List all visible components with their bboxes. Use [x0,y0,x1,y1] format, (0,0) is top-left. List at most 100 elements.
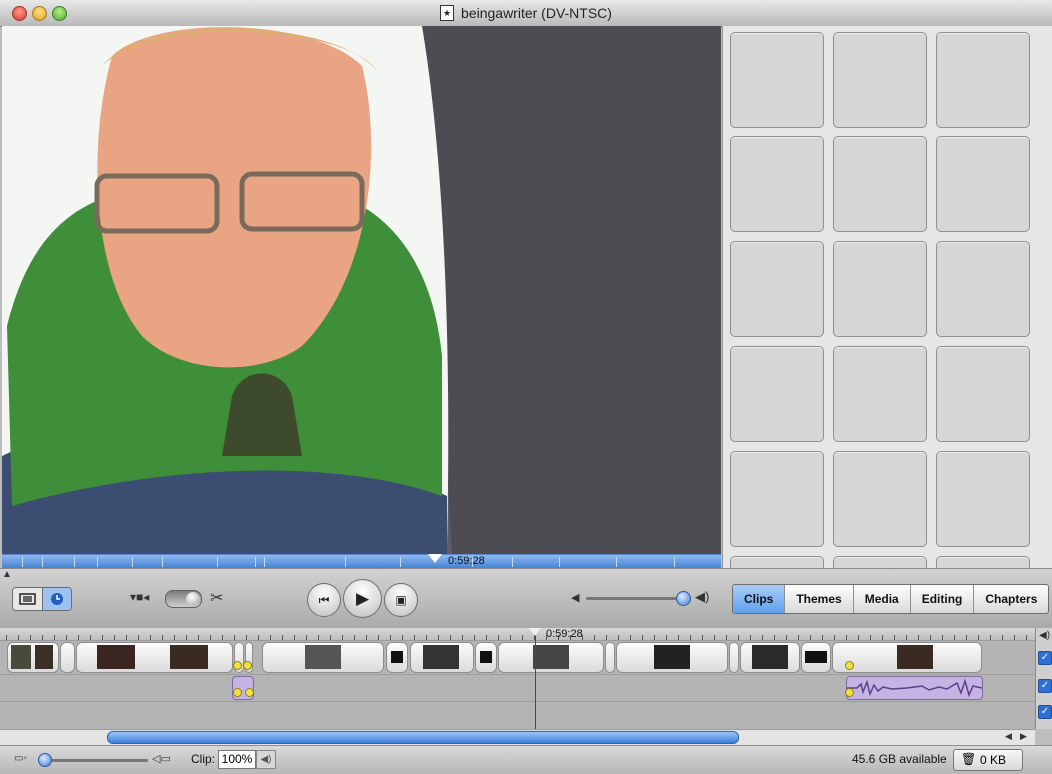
ruler-tick [930,635,931,640]
ruler-tick [450,635,451,640]
ruler-tick [222,635,223,640]
ruler-tick [774,635,775,640]
film-icon[interactable] [13,588,42,610]
ruler-tick [306,635,307,640]
video-clip[interactable] [740,642,800,673]
audio-track-2[interactable] [0,701,1035,728]
ruler-tick [966,635,967,640]
ruler-tick [1002,635,1003,640]
ruler-tick [798,635,799,640]
timeline-playhead-handle[interactable] [529,628,541,636]
volume-slider-knob[interactable] [676,591,691,606]
video-clip[interactable] [60,642,75,673]
scrubber-bar[interactable] [2,554,721,569]
clip-slot[interactable] [936,136,1030,232]
volume-slider[interactable] [586,597,681,600]
clock-icon[interactable] [42,588,71,610]
video-clip[interactable] [76,642,233,673]
clip-volume-label: Clip: [191,752,216,766]
audio-marker-pin[interactable] [845,688,854,697]
clip-slot[interactable] [936,241,1030,337]
video-clip[interactable] [729,642,739,673]
tab-chapters[interactable]: Chapters [974,585,1048,613]
video-clip[interactable] [410,642,474,673]
ruler-tick [246,635,247,640]
rewind-button[interactable]: ⏮ [307,583,341,617]
scissors-icon[interactable]: ✂ [210,588,223,608]
clip-slot[interactable] [730,136,824,232]
audio-marker-pin[interactable] [243,661,252,670]
scroll-right-icon[interactable]: ▶ [1020,731,1027,742]
clip-slot[interactable] [730,556,824,568]
speaker-icon[interactable]: ◀) [1039,630,1050,641]
video-clip[interactable] [605,642,615,673]
audio-track-2-checkbox[interactable]: ✓ [1038,705,1052,719]
clip-slot[interactable] [833,556,927,568]
playhead-time: 0:59:28 [546,628,583,640]
video-clip[interactable] [832,642,982,673]
audio-marker-pin[interactable] [233,688,242,697]
camera-icon[interactable]: ▾■◂ [130,590,149,604]
video-clip[interactable] [386,642,408,673]
ruler-tick [462,635,463,640]
rewind-icon: ⏮ [318,592,330,607]
trash-button[interactable]: 🗑 0 KB [953,749,1023,771]
audio-clip[interactable] [846,676,983,700]
clip-shelf[interactable] [722,26,1052,568]
timeline-playhead[interactable] [535,629,536,729]
volume-low-icon: ◀ [571,592,580,604]
clip-slot[interactable] [730,346,824,442]
audio-waveform [847,678,983,698]
audio-marker-pin[interactable] [233,661,242,670]
clip-slot[interactable] [833,32,927,128]
scroll-left-icon[interactable]: ◀ [1005,731,1012,742]
clip-slot[interactable] [833,346,927,442]
ruler-tick [1026,635,1027,640]
scrubber-playhead[interactable] [428,554,442,563]
clip-slot[interactable] [730,32,824,128]
clip-slot[interactable] [833,136,927,232]
ruler-tick [762,635,763,640]
video-track-checkbox[interactable]: ✓ [1038,651,1052,665]
timeline-scrollbar-thumb[interactable] [107,731,739,744]
clip-slot[interactable] [730,241,824,337]
clip-slot[interactable] [833,451,927,547]
ruler-tick [294,635,295,640]
ruler-tick [522,635,523,640]
clip-slot[interactable] [936,556,1030,568]
clip-volume-speaker-icon[interactable]: ◀) [256,750,276,769]
clip-slot[interactable] [936,451,1030,547]
clip-slot[interactable] [936,32,1030,128]
play-fullscreen-button[interactable]: ▣ [384,583,418,617]
clip-slot[interactable] [936,346,1030,442]
video-viewer[interactable] [2,26,721,554]
audio-track-1-checkbox[interactable]: ✓ [1038,679,1052,693]
tab-media[interactable]: Media [854,585,911,613]
video-clip[interactable] [7,642,59,673]
ruler-tick [402,635,403,640]
collapse-arrow-icon[interactable]: ▲ [2,569,12,580]
video-clip[interactable] [498,642,604,673]
video-clip[interactable] [262,642,384,673]
ruler-tick [606,635,607,640]
clip-slot[interactable] [730,451,824,547]
video-clip[interactable] [616,642,728,673]
play-icon: ▶ [355,588,370,608]
tab-editing[interactable]: Editing [911,585,975,613]
camera-edit-mode-switch[interactable] [165,590,202,608]
timeline-zoom-slider[interactable] [38,759,148,762]
video-clip[interactable] [475,642,497,673]
tab-clips[interactable]: Clips [733,585,786,613]
timeline-zoom-knob[interactable] [38,753,52,767]
audio-marker-pin[interactable] [245,688,254,697]
play-button[interactable]: ▶ [343,579,382,618]
tab-themes[interactable]: Themes [785,585,854,613]
ruler-tick [1014,635,1015,640]
clip-slot[interactable] [833,241,927,337]
video-clip[interactable] [801,642,831,673]
view-mode-toggle[interactable] [12,587,72,611]
ruler-tick [6,635,7,640]
ruler-tick [894,635,895,640]
audio-marker-pin[interactable] [845,661,854,670]
clip-volume-field[interactable]: 100% [218,750,256,769]
